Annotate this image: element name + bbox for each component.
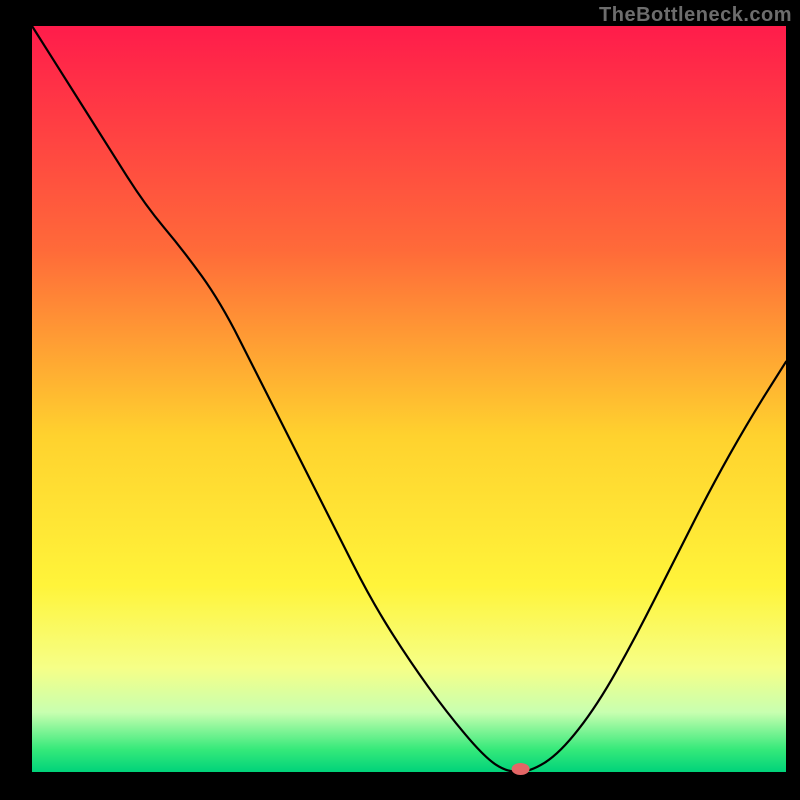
bottleneck-chart bbox=[0, 0, 800, 800]
chart-container: TheBottleneck.com bbox=[0, 0, 800, 800]
optimal-marker bbox=[512, 763, 530, 775]
watermark-text: TheBottleneck.com bbox=[599, 4, 792, 27]
